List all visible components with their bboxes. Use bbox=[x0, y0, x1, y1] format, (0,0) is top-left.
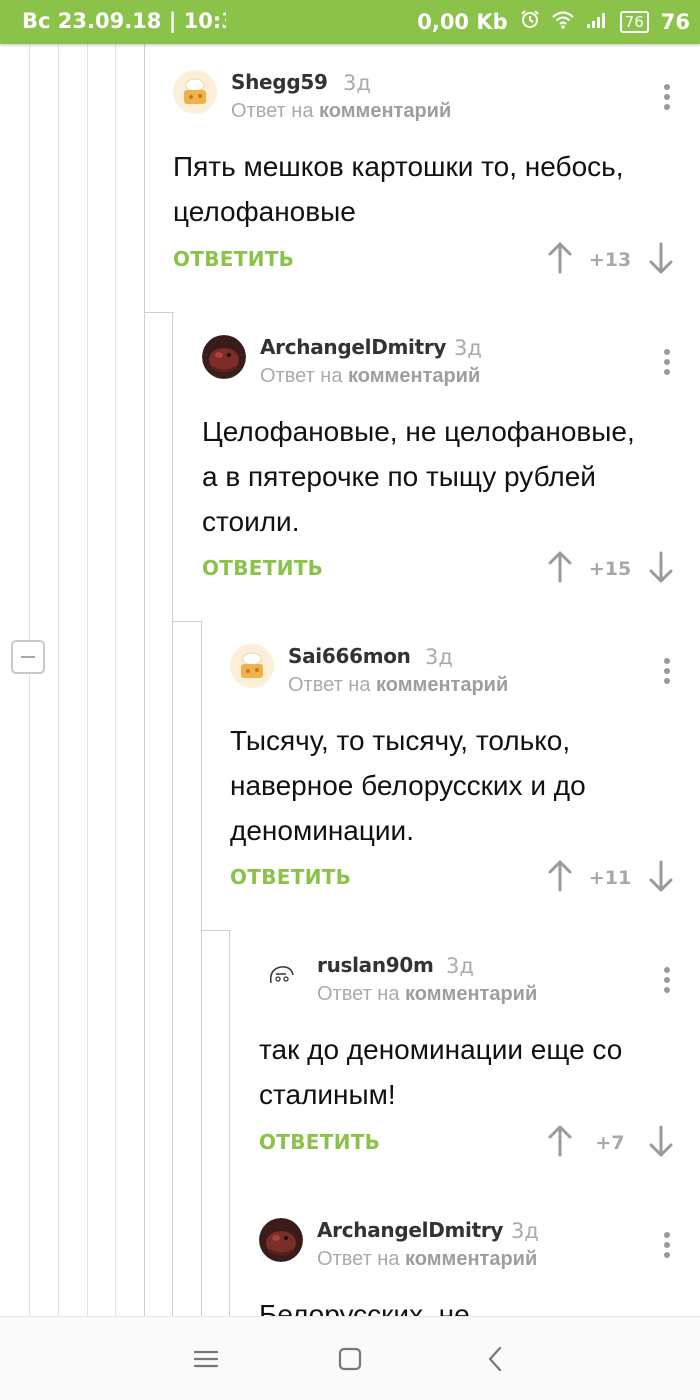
upvote-arrow-icon[interactable] bbox=[547, 860, 573, 892]
alarm-icon bbox=[520, 9, 540, 34]
reply-to-link[interactable]: комментарий bbox=[348, 365, 480, 387]
thread-line bbox=[29, 44, 30, 1316]
comment-username[interactable]: ArchangelDmitry bbox=[317, 1218, 503, 1242]
thread-line bbox=[58, 44, 59, 1316]
red-creature-avatar[interactable] bbox=[202, 335, 246, 379]
rating-value: +11 bbox=[588, 867, 632, 889]
status-datetime: Вс 23.09.18 | 10:38 bbox=[22, 9, 226, 33]
thread-line bbox=[144, 312, 174, 313]
reply-to-link[interactable]: комментарий bbox=[376, 674, 508, 696]
comment-username[interactable]: ArchangelDmitry bbox=[260, 335, 446, 359]
comment-text: Пять мешков картошки то, небось, целофан… bbox=[173, 151, 624, 227]
comment-time: 3д bbox=[446, 954, 474, 978]
comment-time: 3д bbox=[454, 336, 482, 360]
comment-text: так до деноминации еще со сталиным! bbox=[259, 1034, 623, 1110]
reply-button[interactable]: ОТВЕТИТЬ bbox=[230, 865, 351, 889]
thread-line bbox=[87, 44, 88, 1316]
comment-time: 3д bbox=[425, 645, 453, 669]
home-icon[interactable] bbox=[336, 1345, 364, 1373]
back-icon[interactable] bbox=[482, 1345, 510, 1373]
reply-to-line: Ответ на комментарий bbox=[260, 365, 481, 387]
comment-username[interactable]: Shegg59 bbox=[231, 70, 328, 94]
comment-time: 3д bbox=[511, 1219, 539, 1243]
navigation-bar bbox=[0, 1316, 700, 1400]
reply-to-link[interactable]: комментарий bbox=[319, 100, 451, 122]
reply-button[interactable]: ОТВЕТИТЬ bbox=[173, 247, 294, 271]
upvote-arrow-icon[interactable] bbox=[547, 551, 573, 583]
reply-to-line: Ответ на комментарий bbox=[317, 983, 538, 1005]
collapse-thread-button[interactable] bbox=[11, 640, 45, 674]
reply-to-line: Ответ на комментарий bbox=[317, 1248, 538, 1270]
comment: ruslan90m 3д Ответ на комментарий так до… bbox=[259, 953, 700, 1173]
downvote-arrow-icon[interactable] bbox=[648, 242, 674, 274]
more-options-icon[interactable] bbox=[661, 1232, 673, 1262]
downvote-arrow-icon[interactable] bbox=[648, 860, 674, 892]
more-options-icon[interactable] bbox=[661, 967, 673, 997]
sunflower-cake-avatar[interactable] bbox=[173, 70, 217, 114]
battery-level: 76 bbox=[660, 9, 690, 34]
thread-line bbox=[115, 44, 116, 1316]
sketch-face-avatar[interactable] bbox=[259, 953, 303, 997]
status-bar: Вс 23.09.18 | 10:38 0,00 Kb 76 76 bbox=[0, 0, 700, 44]
wifi-icon bbox=[551, 10, 574, 34]
upvote-arrow-icon[interactable] bbox=[547, 242, 573, 274]
comment-username[interactable]: ruslan90m bbox=[317, 953, 434, 977]
reply-to-link[interactable]: комментарий bbox=[405, 983, 537, 1005]
network-speed: 0,00 Kb bbox=[417, 9, 508, 34]
comment: Shegg59 3д Ответ на комментарий Пять меш… bbox=[173, 70, 700, 290]
battery-icon: 76 bbox=[619, 10, 649, 33]
signal-icon bbox=[586, 10, 608, 34]
reply-to-line: Ответ на комментарий bbox=[288, 674, 509, 696]
reply-to-link[interactable]: комментарий bbox=[405, 1248, 537, 1270]
rating-value: +13 bbox=[588, 249, 632, 271]
thread-line bbox=[144, 44, 145, 1316]
more-options-icon[interactable] bbox=[661, 349, 673, 379]
thread-line bbox=[172, 312, 173, 1316]
comment: Sai666mon 3д Ответ на комментарий Тысячу… bbox=[230, 644, 700, 904]
comment-text: Целофановые, не целофановые, а в пятероч… bbox=[202, 416, 635, 537]
upvote-arrow-icon[interactable] bbox=[547, 1125, 573, 1157]
downvote-arrow-icon[interactable] bbox=[648, 1125, 674, 1157]
red-creature-avatar[interactable] bbox=[259, 1218, 303, 1262]
comment-username[interactable]: Sai666mon bbox=[288, 644, 411, 668]
menu-icon[interactable] bbox=[192, 1345, 220, 1373]
thread-line bbox=[201, 621, 202, 1316]
sunflower-cake-avatar[interactable] bbox=[230, 644, 274, 688]
thread-line bbox=[201, 930, 231, 931]
reply-button[interactable]: ОТВЕТИТЬ bbox=[259, 1130, 380, 1154]
comment-time: 3д bbox=[343, 71, 371, 95]
thread-line bbox=[172, 621, 202, 622]
reply-to-line: Ответ на комментарий bbox=[231, 100, 452, 122]
reply-button[interactable]: ОТВЕТИТЬ bbox=[202, 556, 323, 580]
rating-value: +7 bbox=[595, 1132, 625, 1154]
rating-value: +15 bbox=[588, 558, 632, 580]
thread-line bbox=[229, 930, 230, 1316]
downvote-arrow-icon[interactable] bbox=[648, 551, 674, 583]
comment: ArchangelDmitry 3д Ответ на комментарий … bbox=[202, 335, 700, 595]
more-options-icon[interactable] bbox=[661, 658, 673, 688]
more-options-icon[interactable] bbox=[661, 84, 673, 114]
comment-text: Тысячу, то тысячу, только, наверное бело… bbox=[230, 725, 586, 846]
